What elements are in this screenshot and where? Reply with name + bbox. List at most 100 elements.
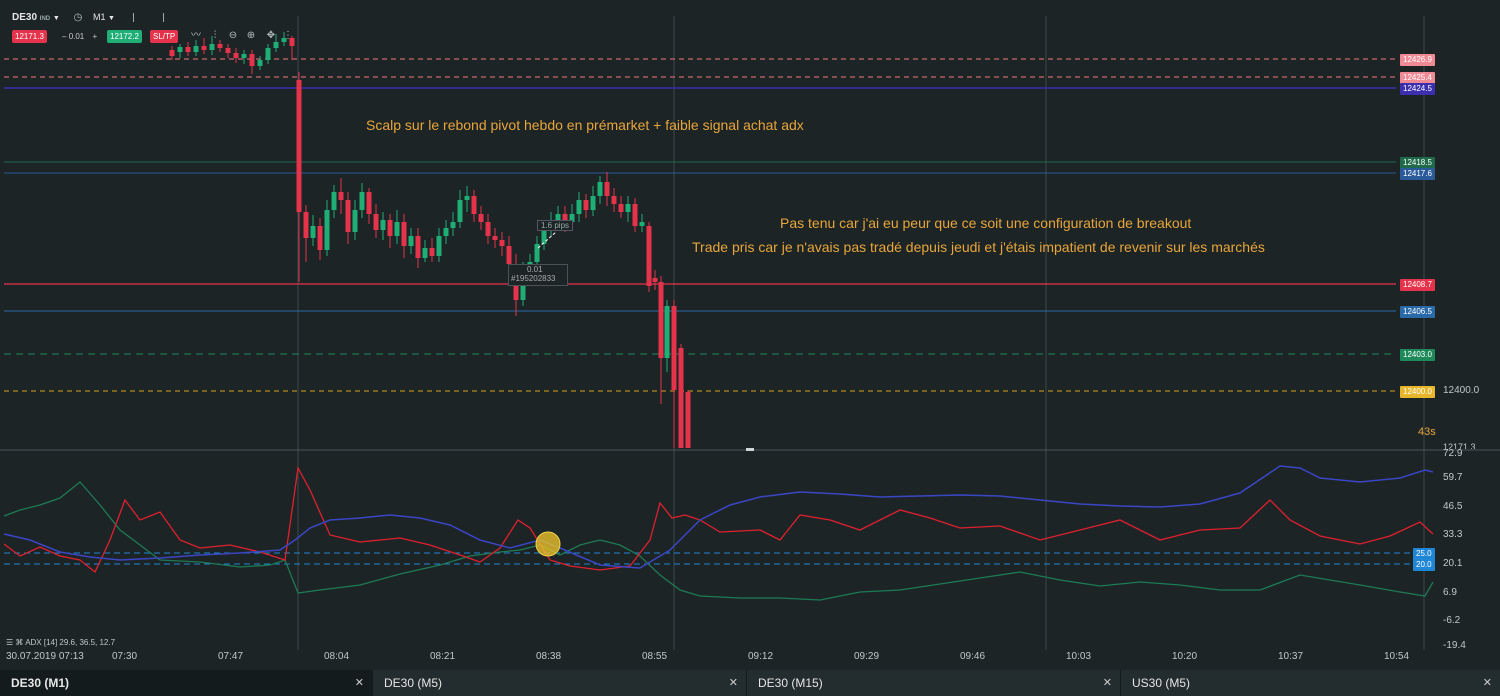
candle-body[interactable] [217,44,223,48]
candle-body[interactable] [450,222,456,228]
candle-body[interactable] [317,226,323,250]
price-chart[interactable] [0,0,1500,670]
candle-body[interactable] [611,196,617,204]
candle-body[interactable] [471,196,477,214]
close-icon[interactable]: ✕ [729,670,738,696]
close-icon[interactable]: ✕ [1103,670,1112,696]
symbol-name[interactable]: DE30 IND ▼ [12,12,60,23]
more-icon[interactable]: ⋮ [282,30,294,42]
candle-body[interactable] [380,220,386,230]
chevron-down-icon[interactable]: ▼ [108,15,115,22]
candle-body[interactable] [352,210,358,232]
chevron-down-icon[interactable]: ▼ [53,15,60,22]
candle-body[interactable] [185,47,191,52]
candle-body[interactable] [646,226,652,286]
tab-de30-m5[interactable]: DE30 (M5) ✕ [373,670,746,696]
candle-body[interactable] [366,192,372,214]
line-chart-icon[interactable]: 〰 [190,30,202,42]
candle-body[interactable] [658,282,664,358]
price-tag-12426-9[interactable]: 12426.9 [1400,54,1435,66]
candle-body[interactable] [408,236,414,246]
candle-body[interactable] [499,240,505,246]
candle-body[interactable] [331,192,337,210]
quantity-stepper[interactable]: – 0.01 + [62,32,97,41]
candle-body[interactable] [583,200,589,210]
candle-body[interactable] [597,182,603,196]
candle-body[interactable] [485,222,491,236]
order-marker[interactable]: 0.01 #195202833 [508,264,568,286]
candle-body[interactable] [652,278,658,282]
candle-body[interactable] [464,196,470,200]
timeframe-select[interactable]: M1 ▼ [93,12,115,22]
candle-body[interactable] [324,210,330,250]
candle-body[interactable] [685,392,691,448]
candle-body[interactable] [359,192,365,210]
sl-tp-button[interactable]: SL/TP [150,30,179,43]
price-tag-12408-7[interactable]: 12408.7 [1400,279,1435,291]
candle-body[interactable] [618,204,624,212]
candle-body[interactable] [506,246,512,264]
candle-body[interactable] [678,348,684,448]
quantity-value[interactable]: 0.01 [69,32,85,41]
candle-body[interactable] [193,46,199,52]
candle-body[interactable] [201,46,207,50]
candle-body[interactable] [429,248,435,256]
candle-body[interactable] [625,204,631,212]
close-icon[interactable]: ✕ [355,670,364,696]
candle-body[interactable] [265,48,271,60]
annotation-note-1[interactable]: Scalp sur le rebond pivot hebdo en préma… [366,117,804,133]
candle-body[interactable] [303,212,309,238]
price-tag-12403-0[interactable]: 12403.0 [1400,349,1435,361]
candle-body[interactable] [576,200,582,214]
candle-body[interactable] [249,54,255,66]
clock-icon[interactable]: ◷ [72,12,84,24]
candle-body[interactable] [310,226,316,238]
sell-price-button[interactable]: 12171.3 [12,30,47,43]
candle-body[interactable] [639,222,645,226]
candle-body[interactable] [590,196,596,210]
candle-body[interactable] [241,54,247,58]
candle-body[interactable] [436,236,442,256]
candle-body[interactable] [273,42,279,48]
annotation-note-2[interactable]: Pas tenu car j'ai eu peur que ce soit un… [780,215,1191,231]
settings-icon[interactable]: ☰ ⌘ [6,638,23,647]
candle-body[interactable] [257,60,263,66]
candle-body[interactable] [233,53,239,58]
candle-body[interactable] [394,222,400,236]
zoom-out-icon[interactable]: ⊖ [227,30,239,42]
candle-body[interactable] [177,47,183,52]
candle-body[interactable] [671,306,677,390]
candle-body[interactable] [422,248,428,258]
price-tag-12400-0[interactable]: 12400.0 [1400,386,1435,398]
annotation-note-3[interactable]: Trade pris car je n'avais pas tradé depu… [692,239,1265,255]
candle-body[interactable] [209,44,215,50]
price-tag-12424-5[interactable]: 12424.5 [1400,83,1435,95]
candle-body[interactable] [401,222,407,246]
candles-icon[interactable]: ⫶ [209,30,221,42]
candle-body[interactable] [604,182,610,196]
minus-icon[interactable]: – [62,32,66,41]
tab-de30-m15[interactable]: DE30 (M15) ✕ [747,670,1120,696]
candle-body[interactable] [457,200,463,222]
candle-body[interactable] [541,230,547,244]
price-tag-12406-5[interactable]: 12406.5 [1400,306,1435,318]
adx-level-20-tag[interactable]: 20.0 [1413,559,1435,571]
candle-body[interactable] [387,220,393,236]
candle-body[interactable] [478,214,484,222]
candle-body[interactable] [345,200,351,232]
candle-body[interactable] [338,192,344,200]
buy-price-button[interactable]: 12172.2 [107,30,142,43]
candle-body[interactable] [225,48,231,53]
plus-icon[interactable]: + [93,32,98,41]
candle-body[interactable] [443,228,449,236]
tab-us30-m5[interactable]: US30 (M5) ✕ [1121,670,1500,696]
candle-body[interactable] [296,80,302,212]
price-tag-12417-6[interactable]: 12417.6 [1400,168,1435,180]
candle-body[interactable] [373,214,379,230]
pane-resize-handle[interactable] [746,448,754,451]
candle-body[interactable] [492,236,498,240]
zoom-in-icon[interactable]: ⊕ [245,30,257,42]
candle-body[interactable] [632,204,638,226]
candle-body[interactable] [664,306,670,358]
candle-body[interactable] [169,50,175,56]
